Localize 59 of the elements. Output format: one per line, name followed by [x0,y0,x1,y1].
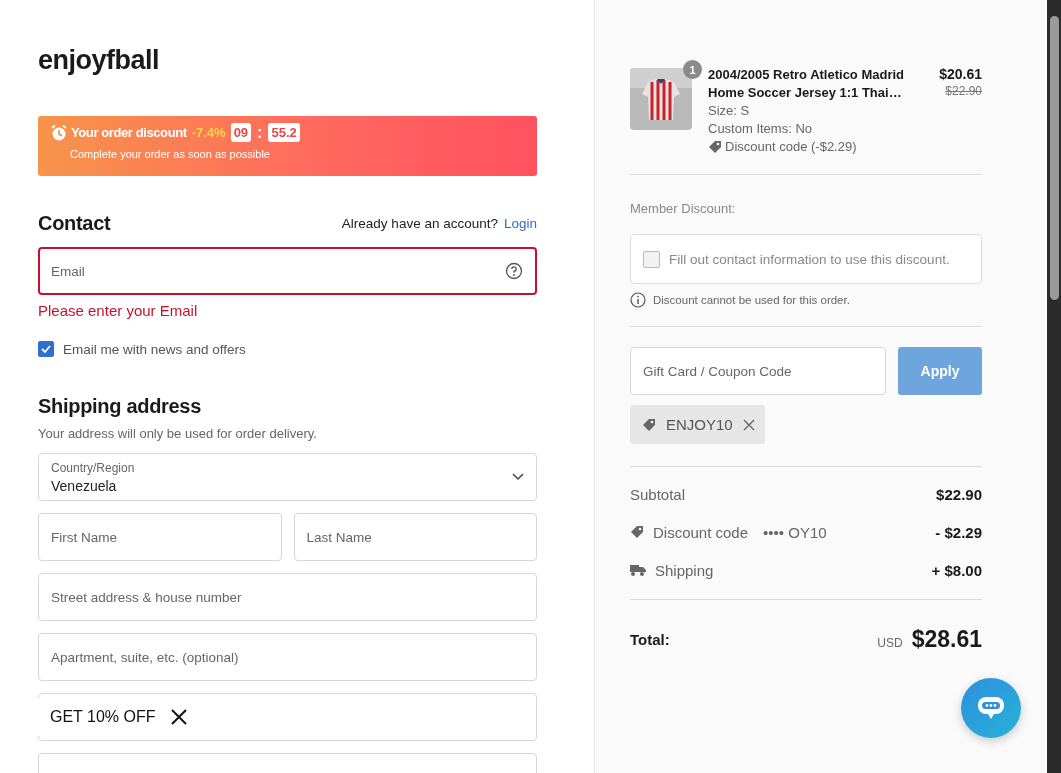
currency-code: USD [877,636,903,650]
section-label: Member Discount: [630,201,737,216]
countdown-seconds: 55.2 [268,123,300,142]
email-field[interactable]: Email [38,247,537,295]
country-select[interactable]: Country/Region Venezuela [38,453,537,501]
summary-value: + $8.00 [931,561,982,579]
summary-value: $22.90 [936,485,982,503]
coupon-code: ENJOY10 [666,416,733,433]
help-icon [505,262,523,280]
discount-subtitle: Complete your order as soon as possible [70,148,271,160]
coupon-field[interactable]: Gift Card / Coupon Code [630,347,886,395]
store-logo[interactable]: enjoyfball [38,45,537,76]
summary-value: - $2.29 [935,523,982,541]
newsletter-checkbox[interactable] [38,341,54,357]
close-icon [169,708,188,726]
chevron-down-icon [512,473,524,481]
chat-bubble-icon [976,695,1006,721]
text-field[interactable]: First Name [38,513,282,561]
scrollbar[interactable] [1047,0,1061,773]
promo-label: GET 10% OFF [50,708,156,726]
tag-icon [642,417,656,432]
countdown-separator: : [257,123,263,142]
checkbox-label: Email me with news and offers [63,341,246,357]
login-link[interactable]: Login [503,216,537,231]
discount-percent: -7.4% [191,125,226,140]
price: $20.61 [939,66,982,82]
product-detail: Size: S [708,102,751,120]
discount-code: •••• OY10 [763,523,827,541]
close-icon [742,418,755,431]
section-heading: Shipping address [38,395,202,418]
tag-icon [708,140,722,154]
select-label: Country/Region [51,460,135,475]
original-price: $22.90 [944,84,982,98]
quantity-badge: 1 [683,60,702,79]
checkbox-label: Fill out contact information to use this discount. [669,251,950,267]
tag-icon [630,525,644,539]
text-field[interactable]: Street address & house number [38,573,537,621]
discount-title: Your order discount [71,125,187,140]
info-note: Discount cannot be used for this order. [653,294,850,306]
product-title: 2004/2005 Retro Atletico Madrid Home Soccer Jersey 1:1 Thai… [708,66,906,102]
countdown-minutes: 09 [230,123,252,142]
summary-label: Shipping [655,561,714,579]
alarm-clock-icon [50,123,68,142]
text-field[interactable]: Last Name [293,513,537,561]
error-message: Please enter your Email [38,302,199,319]
discount-label: Discount code (-$2.29) [725,138,857,156]
section-note: Your address will only be used for order delivery. [38,426,318,441]
summary-label: Subtotal [630,485,686,503]
truck-icon [630,564,646,576]
account-prompt: Already have an account? [341,216,498,231]
total-label: Total: [630,631,670,648]
checkbox[interactable] [643,250,660,268]
info-icon [630,292,646,308]
summary-label: Discount code [653,523,749,541]
text-field[interactable]: Apartment, suite, etc. (optional) [38,633,537,681]
section-heading: Contact [38,212,111,235]
select-value: Venezuela [51,477,118,494]
total-amount: $28.61 [911,626,982,653]
product-detail: Custom Items: No [708,120,814,138]
